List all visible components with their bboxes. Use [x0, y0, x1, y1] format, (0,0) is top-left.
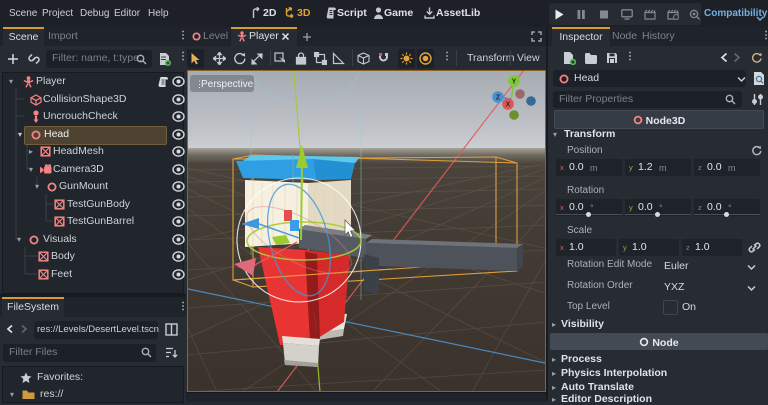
svg-text:X: X	[506, 102, 511, 109]
svg-text:Z: Z	[496, 95, 501, 102]
svg-text:Y: Y	[512, 79, 517, 86]
svg-text:Perspective: Perspective	[201, 79, 254, 90]
